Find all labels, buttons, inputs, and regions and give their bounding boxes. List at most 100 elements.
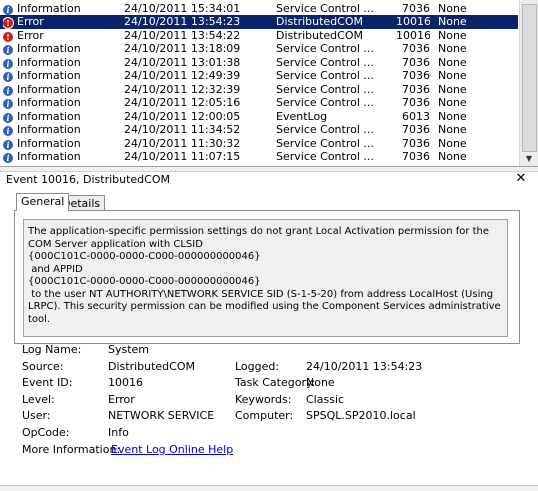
error-icon: ! [3,31,13,42]
event-level-text: Information [17,42,81,55]
event-level-text: Information [17,1,81,15]
logged-value: 24/10/2011 13:54:23 [306,360,423,373]
info-icon: i [3,85,13,96]
event-row[interactable]: i Information 24/10/2011 13:01:38 Service C… [0,56,518,70]
user-value: NETWORK SERVICE [108,409,215,422]
event-level: i Information [3,123,121,137]
event-id: 7036 [402,150,430,163]
event-level-text: Information [17,123,81,136]
general-tab-panel: The application-specific permission sett… [14,210,520,344]
event-level: ! Error [3,15,121,29]
event-id: 7036 [402,42,430,55]
log-name-value: System [108,343,150,356]
info-icon: i [3,99,13,109]
event-task-category: None [438,96,467,109]
event-id: 10016 [396,15,430,28]
event-row[interactable]: ! Error 24/10/2011 13:54:22 DistributedCOM 1… [0,29,518,43]
event-row[interactable]: i Information 24/10/2011 12:05:16 Service C… [0,96,518,110]
close-icon[interactable]: ✕ [515,171,527,186]
event-id: 7036 [402,123,430,136]
event-source: EventLog [276,109,328,123]
log-name-label: Log Name: [22,343,82,356]
event-level-text: Information [17,109,81,123]
event-level-text: Error [17,28,44,42]
message-line: {000C101C-0000-0000-C000-000000000046} [28,251,261,262]
event-message[interactable]: The application-specific permission sett… [23,219,508,337]
event-id: 7036 [402,136,430,150]
scroll-down-arrow-icon[interactable]: ▼ [520,152,538,165]
window-bottom-edge [0,485,538,491]
event-row[interactable]: i Information 24/10/2011 13:18:09 Service C… [0,42,518,56]
event-source: Service Control ... [276,55,374,69]
event-id: 7036 [402,69,430,82]
event-task-category: None [438,109,467,123]
event-level: i Information [3,42,121,56]
event-row[interactable]: i Information 24/10/2011 15:34:01 Service C… [0,2,518,16]
event-id-label: Event ID: [22,376,73,389]
level-value: Error [108,393,135,406]
info-icon: i [3,139,13,150]
event-row[interactable]: i Information 24/10/2011 11:07:15 Service C… [0,150,518,164]
tab-general[interactable]: General [16,193,70,211]
event-level-text: Information [17,82,81,96]
event-task-category: None [438,136,467,150]
vertical-scrollbar[interactable]: ▼ [519,0,538,166]
event-level-text: Information [17,136,81,150]
message-line: and APPID [28,263,83,275]
event-date: 24/10/2011 12:00:05 [124,109,241,123]
event-level: i Information [3,2,121,16]
event-level: i Information [3,69,121,83]
event-id: 6013 [402,109,430,123]
event-date: 24/10/2011 11:34:52 [124,123,241,136]
event-date: 24/10/2011 13:18:09 [124,42,241,55]
event-level: i Information [3,56,121,70]
event-task-category: None [438,55,467,69]
opcode-label: OpCode: [22,426,70,439]
event-level: i Information [3,96,121,110]
scrollbar-thumb[interactable] [522,4,537,152]
event-date: 24/10/2011 12:05:16 [124,96,241,109]
event-task-category: None [438,82,467,96]
event-task-category: None [438,150,467,163]
event-source: Service Control ... [276,42,374,55]
keywords-label: Keywords: [235,393,292,406]
info-icon: i [3,72,13,82]
source-value: DistributedCOM [108,360,195,373]
event-source: DistributedCOM [276,15,363,28]
event-source: Service Control ... [276,96,374,109]
event-row[interactable]: i Information 24/10/2011 12:00:05 EventLog 6… [0,110,518,124]
event-date: 24/10/2011 11:30:32 [124,136,241,150]
event-level-text: Information [17,150,81,163]
keywords-value: Classic [306,393,345,406]
task-category-label: Task Category: [235,376,316,389]
info-icon: i [3,58,13,69]
event-id: 7036 [402,96,430,109]
event-row[interactable]: i Information 24/10/2011 12:32:39 Service C… [0,83,518,97]
event-id-value: 10016 [108,376,143,389]
info-icon: i [3,4,13,15]
event-task-category: None [438,1,467,15]
event-row[interactable]: ! Error 24/10/2011 13:54:23 DistributedCOM 1… [0,15,518,29]
event-task-category: None [438,28,467,42]
event-id: 10016 [396,28,430,42]
event-level: i Information [3,150,121,164]
event-date: 24/10/2011 13:54:23 [124,15,241,28]
event-row[interactable]: i Information 24/10/2011 12:49:39 Service C… [0,69,518,83]
info-icon: i [3,126,13,136]
logged-label: Logged: [235,360,280,373]
event-log-online-help-link[interactable]: Event Log Online Help [111,443,233,456]
event-task-category: None [438,15,467,28]
event-row[interactable]: i Information 24/10/2011 11:34:52 Service C… [0,123,518,137]
event-list[interactable]: i Information 24/10/2011 15:34:01 Service C… [0,0,538,167]
info-icon: i [3,45,13,55]
event-source: Service Control ... [276,82,374,96]
event-source: Service Control ... [276,1,374,15]
event-row[interactable]: i Information 24/10/2011 11:30:32 Service C… [0,137,518,151]
event-task-category: None [438,123,467,136]
event-id: 7036 [402,1,430,15]
event-level: i Information [3,137,121,151]
event-date: 24/10/2011 13:54:22 [124,28,241,42]
task-category-value: None [306,376,335,389]
event-level-text: Information [17,55,81,69]
event-source: Service Control ... [276,69,374,82]
